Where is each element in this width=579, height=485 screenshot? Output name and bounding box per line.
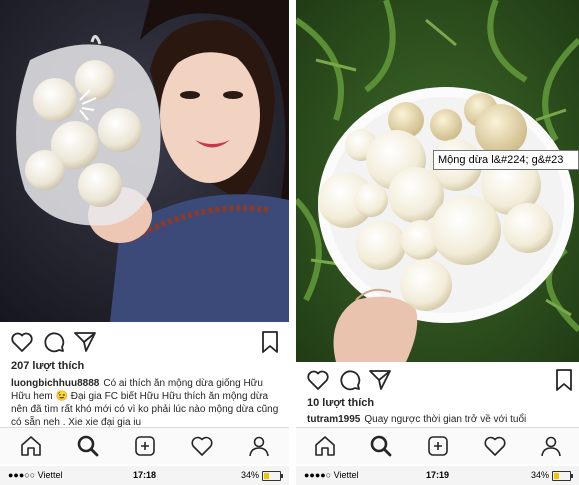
paper-plane-icon[interactable] <box>73 330 97 354</box>
add-post-icon[interactable] <box>426 434 450 458</box>
right-instagram-post: 10 lượt thích tutram1995 Quay ngược thời … <box>296 0 579 485</box>
home-icon[interactable] <box>313 434 337 458</box>
post-photo-plate-of-coconut-sprouts[interactable] <box>296 0 579 362</box>
heart-outline-icon[interactable] <box>306 368 330 392</box>
profile-icon[interactable] <box>247 434 271 458</box>
panel-divider <box>289 0 296 485</box>
battery-percent: 34% <box>530 470 549 480</box>
status-bar: ●●●○○ Viettel 17:18 34% <box>0 466 289 485</box>
post-caption: tutram1995 Quay ngược thời gian trở về vớ… <box>307 413 571 426</box>
battery-percent: 34% <box>240 470 259 480</box>
search-icon[interactable] <box>76 434 100 458</box>
comment-bubble-icon[interactable] <box>338 368 362 392</box>
add-post-icon[interactable] <box>133 434 157 458</box>
like-count[interactable]: 10 lượt thích <box>307 397 374 409</box>
left-instagram-post: 207 lượt thích luongbichhuu8888 Có ai thí… <box>0 0 289 485</box>
profile-icon[interactable] <box>539 434 563 458</box>
search-icon[interactable] <box>369 434 393 458</box>
caption-text: Quay ngược thời gian trở về với tuổi <box>364 414 527 425</box>
bookmark-icon[interactable] <box>258 330 282 354</box>
post-photo-woman-with-coconut-sprouts[interactable] <box>0 0 289 322</box>
post-caption: luongbichhuu8888 Có ai thích ăn mộng dừa … <box>11 377 281 429</box>
heart-outline-icon[interactable] <box>10 330 34 354</box>
activity-heart-icon[interactable] <box>483 434 507 458</box>
post-actions <box>0 330 289 356</box>
post-actions <box>296 368 579 394</box>
activity-heart-icon[interactable] <box>190 434 214 458</box>
paper-plane-icon[interactable] <box>368 368 392 392</box>
battery-icon <box>552 471 573 481</box>
username[interactable]: tutram1995 <box>307 414 360 425</box>
bookmark-icon[interactable] <box>552 368 576 392</box>
image-tooltip: Mộng dừa l&#224; g&#23 <box>433 150 579 170</box>
like-count[interactable]: 207 lượt thích <box>11 360 84 372</box>
status-bar: ●●●●○ Viettel 17:19 34% <box>296 466 579 485</box>
home-icon[interactable] <box>19 434 43 458</box>
bottom-tab-bar <box>0 427 289 464</box>
battery-icon <box>262 471 283 481</box>
username[interactable]: luongbichhuu8888 <box>11 378 99 389</box>
bottom-tab-bar <box>296 427 579 464</box>
comment-bubble-icon[interactable] <box>42 330 66 354</box>
